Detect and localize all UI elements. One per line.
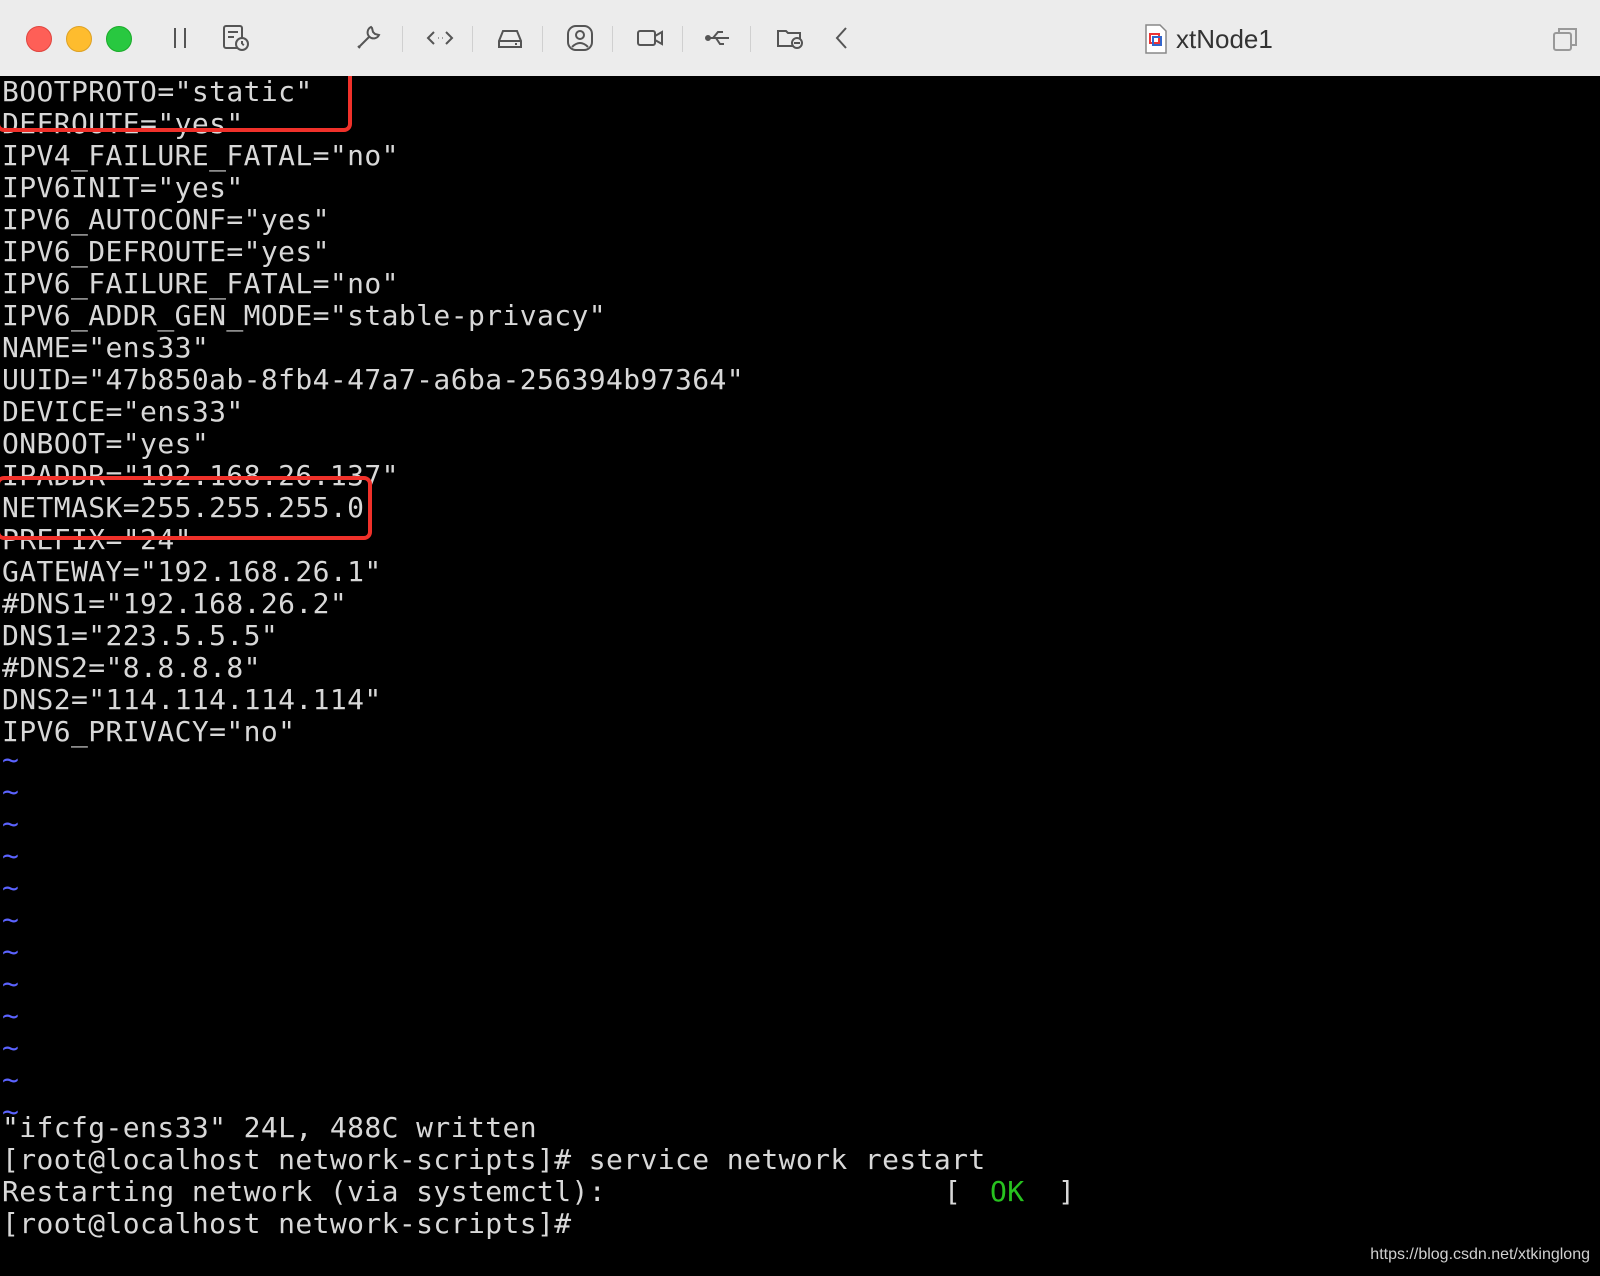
snapshot-icon[interactable] <box>220 22 252 54</box>
config-line: NAME="ens33" <box>2 331 210 364</box>
shell-command-line: [root@localhost network-scripts]# servic… <box>2 1143 986 1176</box>
close-window-button[interactable] <box>26 26 52 52</box>
window-title-text: xtNode1 <box>1176 23 1273 54</box>
shared-folder-icon[interactable] <box>774 22 806 54</box>
vim-tilde-marker: ~ <box>2 775 20 808</box>
config-line: GATEWAY="192.168.26.1" <box>2 555 382 588</box>
code-icon[interactable] <box>424 22 456 54</box>
vm-window: xtNode1 BOOTPROTO="static" DEFROUTE="yes"… <box>0 0 1600 1276</box>
vim-tilde-marker: ~ <box>2 999 20 1032</box>
user-account-icon[interactable] <box>564 22 596 54</box>
vim-tilde-marker: ~ <box>2 839 20 872</box>
restore-window-icon[interactable] <box>1550 24 1580 54</box>
shell-prompt-line: [root@localhost network-scripts]# <box>2 1207 572 1240</box>
config-line: UUID="47b850ab-8fb4-47a7-a6ba-256394b973… <box>2 363 745 396</box>
window-title: xtNode1 <box>1144 22 1273 56</box>
config-line: DNS2="114.114.114.114" <box>2 683 382 716</box>
config-line: IPV6_PRIVACY="no" <box>2 715 296 748</box>
config-line: IPV6_FAILURE_FATAL="no" <box>2 267 399 300</box>
restart-status-line: Restarting network (via systemctl): <box>2 1175 607 1208</box>
pause-icon[interactable] <box>164 22 196 54</box>
disk-drive-icon[interactable] <box>494 22 526 54</box>
terminal-console[interactable]: BOOTPROTO="static" DEFROUTE="yes" IPV4_FAI… <box>0 76 1600 1276</box>
vim-tilde-marker: ~ <box>2 967 20 1000</box>
config-line: #DNS2="8.8.8.8" <box>2 651 261 684</box>
vim-tilde-marker: ~ <box>2 743 20 776</box>
config-line: IPV6_ADDR_GEN_MODE="stable-privacy" <box>2 299 607 332</box>
watermark-text: https://blog.csdn.net/xtkinglong <box>1370 1246 1590 1263</box>
config-line: DNS1="223.5.5.5" <box>2 619 279 652</box>
vm-document-icon <box>1145 24 1167 54</box>
usb-icon[interactable] <box>702 22 734 54</box>
minimize-window-button[interactable] <box>66 26 92 52</box>
config-line: #DNS1="192.168.26.2" <box>2 587 348 620</box>
vim-tilde-marker: ~ <box>2 935 20 968</box>
vim-tilde-marker: ~ <box>2 1031 20 1064</box>
zoom-window-button[interactable] <box>106 26 132 52</box>
vim-tilde-marker: ~ <box>2 903 20 936</box>
vim-tilde-marker: ~ <box>2 807 20 840</box>
ok-bracket-close: ] <box>1058 1175 1076 1208</box>
config-line: ONBOOT="yes" <box>2 427 210 460</box>
back-chevron-icon[interactable] <box>826 22 858 54</box>
title-bar: xtNode1 <box>0 0 1600 77</box>
config-line: IPV4_FAILURE_FATAL="no" <box>2 139 399 172</box>
vim-tilde-marker: ~ <box>2 871 20 904</box>
config-line: IPV6INIT="yes" <box>2 171 244 204</box>
vim-status-line: "ifcfg-ens33" 24L, 488C written <box>2 1111 537 1144</box>
camera-icon[interactable] <box>634 22 666 54</box>
config-line: IPV6_DEFROUTE="yes" <box>2 235 330 268</box>
settings-wrench-icon[interactable] <box>352 22 384 54</box>
netmask-highlight-box <box>0 476 372 540</box>
vim-tilde-marker: ~ <box>2 1063 20 1096</box>
bootproto-highlight-box <box>0 76 352 132</box>
ok-bracket-open: [ <box>944 1175 962 1208</box>
config-line: IPV6_AUTOCONF="yes" <box>2 203 330 236</box>
config-line: DEVICE="ens33" <box>2 395 244 428</box>
ok-status-label: OK <box>990 1175 1025 1208</box>
